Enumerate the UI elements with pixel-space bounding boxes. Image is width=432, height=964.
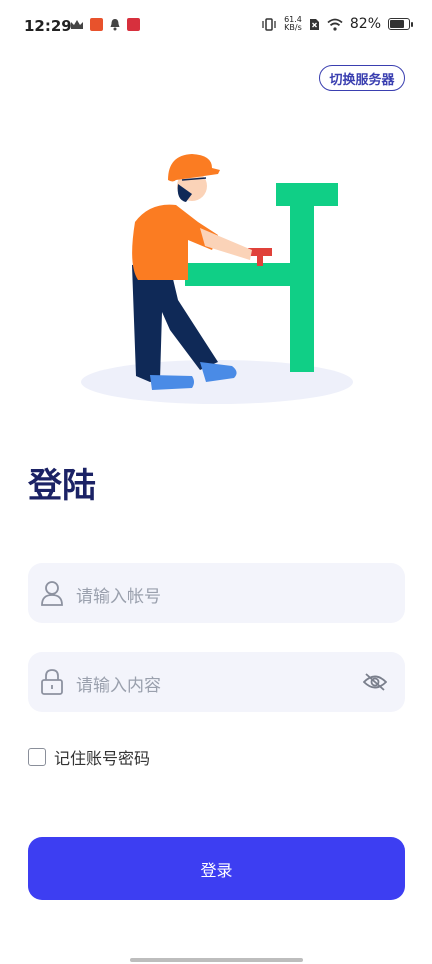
login-illustration [81, 154, 353, 404]
lock-icon [41, 669, 63, 695]
app-badge-icon [127, 18, 140, 31]
remember-checkbox[interactable] [28, 748, 46, 766]
worker-arm [200, 228, 252, 260]
notification-icons [70, 18, 140, 31]
worker-shoe [150, 375, 194, 390]
battery-fill [390, 20, 404, 28]
remember-credentials[interactable]: 记住账号密码 [28, 745, 150, 769]
login-button[interactable]: 登录 [28, 837, 405, 900]
page-title: 登陆 [28, 466, 96, 506]
battery-icon [388, 18, 413, 30]
battery-percent: 82% [349, 16, 381, 32]
crown-icon [71, 19, 83, 29]
status-bar: 12:29 61.4 KB/s 82% [0, 0, 432, 50]
remember-label: 记住账号密码 [54, 749, 151, 768]
app-badge-icon [90, 18, 103, 31]
switch-server-button[interactable]: 切换服务器 [319, 65, 405, 91]
green-h-shape [185, 183, 338, 372]
hardhat-icon [168, 154, 220, 182]
password-field[interactable]: 请输入内容 [28, 652, 405, 712]
bell-icon [110, 19, 120, 31]
password-input[interactable]: 请输入内容 [76, 671, 161, 696]
vibrate-icon [262, 17, 276, 31]
sim-off-icon [309, 18, 319, 30]
eye-off-icon[interactable] [363, 671, 387, 693]
net-speed: 61.4 KB/s [284, 15, 302, 32]
wifi-icon [327, 18, 343, 31]
account-input[interactable]: 请输入帐号 [76, 582, 161, 607]
account-field[interactable]: 请输入帐号 [28, 563, 405, 623]
status-time: 12:29 [24, 17, 72, 35]
home-indicator[interactable] [130, 958, 303, 962]
system-icons: 61.4 KB/s 82% [261, 15, 413, 32]
user-icon [41, 581, 63, 606]
